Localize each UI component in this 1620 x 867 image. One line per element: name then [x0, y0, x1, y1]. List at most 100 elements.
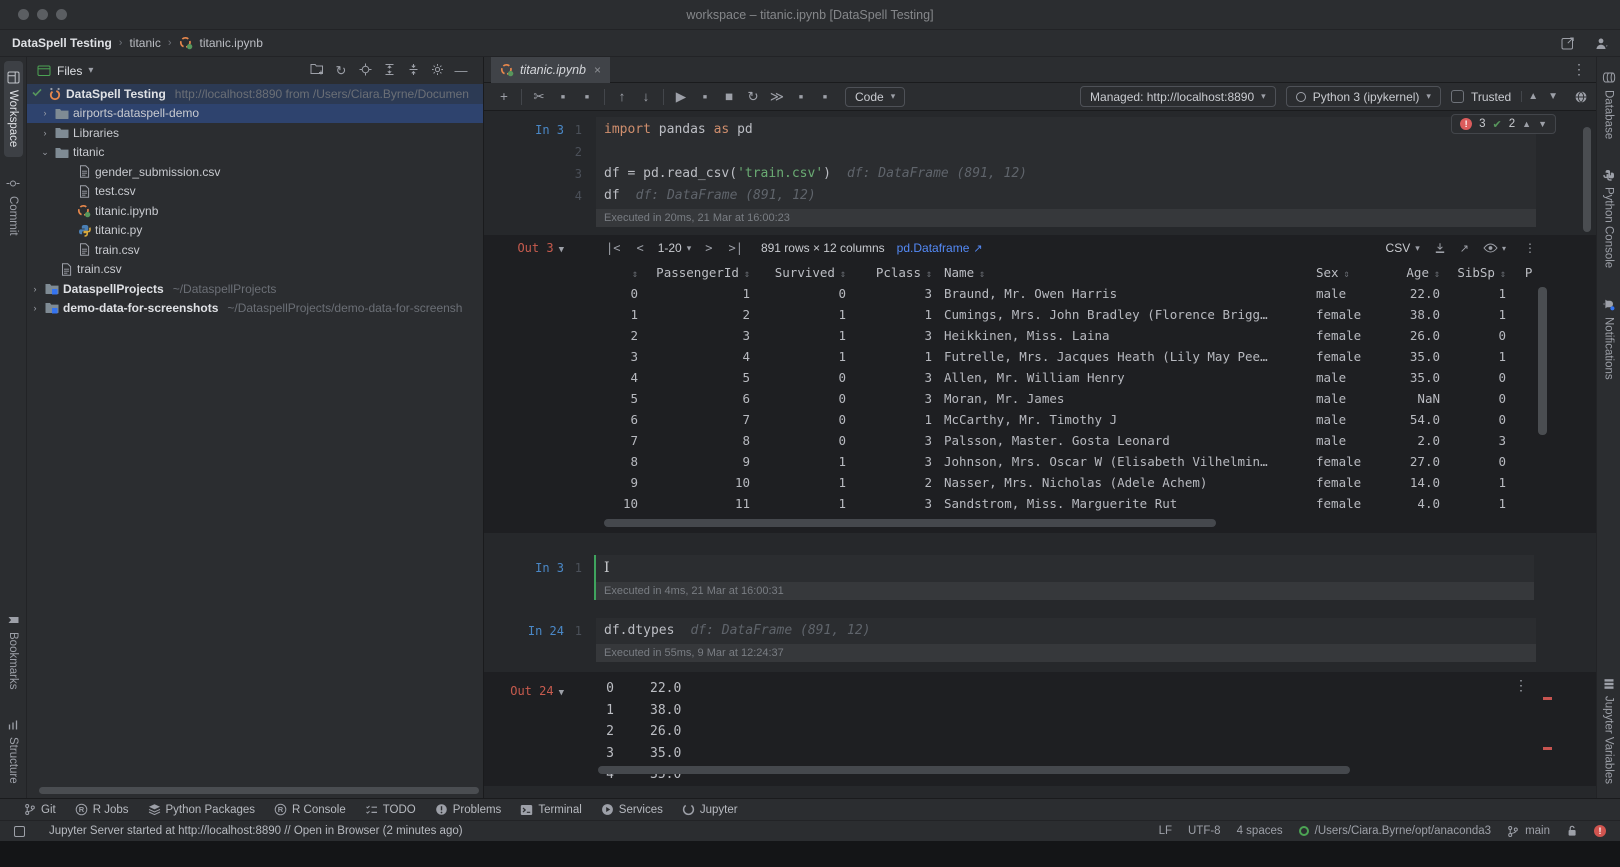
output-options-kebab-icon[interactable]: ⋮ [1514, 677, 1528, 694]
table-row[interactable]: 91012Nasser, Mrs. Nicholas (Adele Achem)… [596, 472, 1532, 493]
debug-cell-icon[interactable]: ▪ [703, 89, 708, 104]
jupyter-server-dropdown[interactable]: Managed: http://localhost:8890 ▾ [1080, 86, 1276, 107]
cut-cell-icon[interactable]: ✂ [533, 89, 544, 105]
tool-stripe-button-workspace[interactable]: Workspace [4, 61, 23, 157]
move-down-icon[interactable]: ↓ [643, 89, 650, 104]
tree-item-dataspellprojects[interactable]: ›DataspellProjects~/DataspellProjects [27, 279, 483, 299]
line-separator-widget[interactable]: LF [1159, 825, 1172, 837]
expand-all-icon[interactable] [383, 63, 396, 76]
column-header-parc[interactable]: Parc⇕ [1512, 261, 1532, 283]
status-message[interactable]: Jupyter Server started at http://localho… [49, 825, 463, 837]
column-header-sex[interactable]: Sex⇕ [1310, 261, 1382, 283]
next-problem-icon[interactable]: ▼ [1538, 119, 1547, 129]
cell-type-dropdown[interactable]: Code ▾ [845, 87, 905, 107]
user-icon[interactable] [1595, 37, 1608, 50]
tree-item-airports-dataspell-demo[interactable]: ›airports-dataspell-demo [27, 104, 483, 124]
editor-horizontal-scrollbar[interactable] [598, 766, 1350, 774]
first-page-icon[interactable]: |< [600, 241, 626, 255]
tool-stripe-button-jupyter-variables[interactable]: Jupyter Variables [1600, 668, 1618, 794]
next-cell-icon[interactable]: ▼ [1548, 91, 1558, 102]
settings-icon[interactable] [431, 63, 444, 76]
sync-icon[interactable]: ↻ [336, 63, 347, 79]
column-header-index[interactable]: ⇕ [596, 261, 644, 283]
view-options-eye-icon[interactable] [1483, 243, 1498, 253]
toolwindow-button-services[interactable]: Services [601, 803, 663, 816]
kernel-dropdown[interactable]: Python 3 (ipykernel) ▾ [1286, 86, 1441, 107]
cell-editor[interactable]: I Executed in 4ms, 21 Mar at 16:00:31 [594, 555, 1534, 600]
table-row[interactable]: 3411Futrelle, Mrs. Jacques Heath (Lily M… [596, 346, 1532, 367]
run-cell-icon[interactable]: ▶ [676, 89, 686, 105]
export-format-dropdown[interactable]: CSV▾ [1386, 241, 1420, 255]
indent-widget[interactable]: 4 spaces [1237, 825, 1283, 837]
tab-titanic-ipynb[interactable]: titanic.ipynb × [491, 57, 610, 83]
toolwindow-button-problems[interactable]: Problems [435, 803, 502, 816]
cell-editor[interactable]: import pandas as pd df = pd.read_csv('tr… [596, 117, 1536, 227]
new-folder-icon[interactable] [310, 63, 324, 75]
tree-item-test-csv[interactable]: test.csv [27, 182, 483, 202]
table-row[interactable]: 6701McCarthy, Mr. Timothy Jmale54.00 [596, 409, 1532, 430]
table-row[interactable]: 5603Moran, Mr. JamesmaleNaN0 [596, 388, 1532, 409]
hide-panel-icon[interactable]: — [455, 63, 468, 78]
toolwindow-button-python-packages[interactable]: Python Packages [148, 803, 256, 816]
toolwindow-button-todo[interactable]: TODO [365, 804, 416, 816]
tool-stripe-button-database[interactable]: Database [1600, 61, 1618, 149]
stop-kernel-icon[interactable]: ■ [725, 89, 733, 104]
table-row[interactable]: 0103Braund, Mr. Owen Harrismale22.01 [596, 283, 1532, 304]
last-page-icon[interactable]: >| [722, 241, 748, 255]
download-icon[interactable] [1434, 242, 1446, 254]
chevron-down-icon[interactable]: ▾ [88, 65, 93, 76]
error-indicator-icon[interactable]: ! [1594, 825, 1606, 837]
clear-outputs-icon[interactable]: ▪ [799, 89, 804, 104]
tree-item-gender-submission-csv[interactable]: gender_submission.csv [27, 162, 483, 182]
toolwindow-button-git[interactable]: Git [24, 803, 56, 816]
window-controls[interactable] [18, 9, 67, 20]
table-row[interactable]: 8913Johnson, Mrs. Oscar W (Elisabeth Vil… [596, 451, 1532, 472]
edit-layout-icon[interactable] [1561, 37, 1574, 50]
copy-cell-icon[interactable]: ▪ [561, 89, 566, 104]
table-row[interactable]: 4503Allen, Mr. William Henrymale35.00 [596, 367, 1532, 388]
toolwindow-button-jupyter[interactable]: Jupyter [682, 803, 738, 816]
toolwindow-button-r-jobs[interactable]: RR Jobs [75, 803, 129, 816]
status-event-icon[interactable] [14, 826, 25, 837]
delete-cell-icon[interactable]: ▪ [823, 89, 828, 104]
minimize-window-button[interactable] [37, 9, 48, 20]
interpreter-widget[interactable]: /Users/Ciara.Byrne/opt/anaconda3 [1299, 825, 1491, 837]
chevron-icon[interactable]: › [37, 108, 53, 118]
column-header-age[interactable]: Age⇕ [1382, 261, 1446, 283]
breadcrumb-project[interactable]: DataSpell Testing [12, 36, 112, 50]
tool-stripe-button-python-console[interactable]: Python Console [1600, 159, 1618, 278]
tree-item-titanic-ipynb[interactable]: titanic.ipynb [27, 201, 483, 221]
encoding-widget[interactable]: UTF-8 [1188, 825, 1221, 837]
inspections-widget[interactable]: ! 3 ✔ 2 ▲ ▼ [1451, 114, 1556, 134]
table-row[interactable]: 2313Heikkinen, Miss. Lainafemale26.00 [596, 325, 1532, 346]
next-page-icon[interactable]: > [699, 241, 718, 255]
tool-stripe-button-bookmarks[interactable]: Bookmarks [4, 604, 22, 700]
collapse-all-icon[interactable] [407, 63, 420, 76]
zoom-window-button[interactable] [56, 9, 67, 20]
chevron-icon[interactable]: › [27, 303, 43, 313]
column-header-passengerid[interactable]: PassengerId⇕ [644, 261, 756, 283]
tree-item-libraries[interactable]: ›Libraries [27, 123, 483, 143]
breadcrumb-file[interactable]: titanic.ipynb [200, 36, 263, 50]
unlocked-icon[interactable] [1566, 825, 1578, 837]
tree-item-titanic[interactable]: ⌄titanic [27, 143, 483, 163]
table-row[interactable]: 101113Sandstrom, Miss. Marguerite Rutfem… [596, 493, 1532, 514]
tree-item-demo-data-for-screenshots[interactable]: ›demo-data-for-screenshots~/DataspellPro… [27, 299, 483, 319]
toolwindow-button-r-console[interactable]: RR Console [274, 803, 346, 816]
editor-vertical-scrollbar[interactable] [1583, 127, 1591, 232]
column-header-pclass[interactable]: Pclass⇕ [852, 261, 938, 283]
tree-item-train-csv[interactable]: train.csv [27, 240, 483, 260]
locate-icon[interactable] [359, 63, 372, 76]
tree-item-train-csv[interactable]: train.csv [27, 260, 483, 280]
add-cell-icon[interactable]: + [500, 89, 508, 104]
previous-cell-icon[interactable]: ▲ [1528, 91, 1538, 102]
breadcrumb-folder[interactable]: titanic [129, 36, 160, 50]
move-up-icon[interactable]: ↑ [619, 89, 626, 104]
page-range-dropdown[interactable]: 1-20▾ [654, 241, 696, 255]
output-options-kebab-icon[interactable]: ⋮ [1524, 241, 1536, 255]
error-stripe-mark[interactable] [1543, 747, 1552, 750]
tree-horizontal-scrollbar[interactable] [39, 787, 479, 794]
paste-cell-icon[interactable]: ▪ [585, 89, 590, 104]
tree-item-titanic-py[interactable]: titanic.py [27, 221, 483, 241]
tab-options-kebab-icon[interactable]: ⋮ [1562, 61, 1596, 78]
